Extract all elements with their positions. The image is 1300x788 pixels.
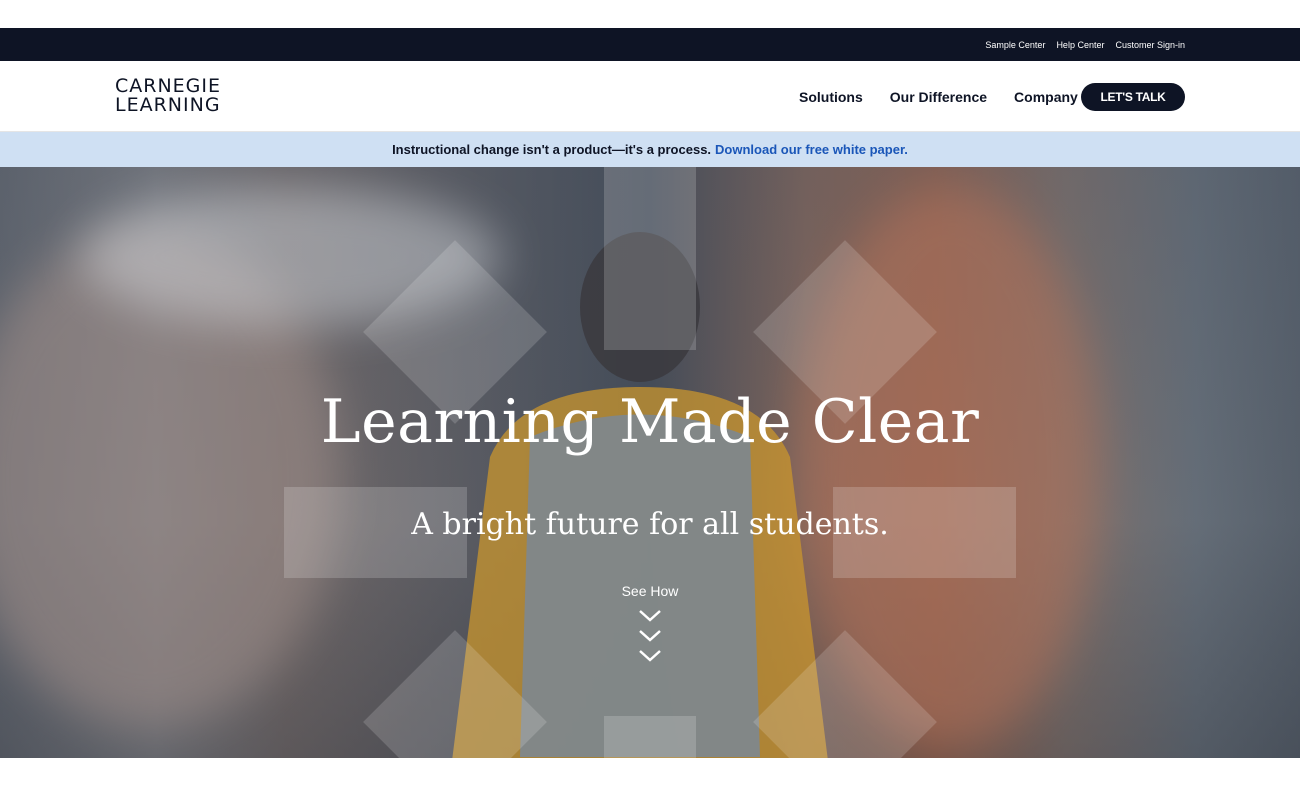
hero-title: Learning Made Clear bbox=[320, 387, 980, 457]
customer-sign-in-link[interactable]: Customer Sign-in bbox=[1115, 40, 1185, 50]
nav-solutions[interactable]: Solutions bbox=[799, 89, 863, 105]
main-nav: CARNEGIE LEARNING Solutions Our Differen… bbox=[0, 61, 1300, 132]
logo-line-2: LEARNING bbox=[115, 94, 221, 116]
carnegie-learning-logo[interactable]: CARNEGIE LEARNING bbox=[115, 77, 235, 117]
announcement-banner: Instructional change isn't a product—it'… bbox=[0, 132, 1300, 167]
utility-bar: Sample Center Help Center Customer Sign-… bbox=[0, 28, 1300, 61]
chevron-down-icon[interactable] bbox=[638, 607, 662, 669]
hero-subtitle: A bright future for all students. bbox=[411, 507, 889, 542]
page: Sample Center Help Center Customer Sign-… bbox=[0, 0, 1300, 788]
white-paper-link[interactable]: Download our free white paper. bbox=[715, 142, 908, 157]
help-center-link[interactable]: Help Center bbox=[1056, 40, 1104, 50]
utility-links: Sample Center Help Center Customer Sign-… bbox=[985, 28, 1185, 61]
lets-talk-button[interactable]: LET'S TALK bbox=[1081, 83, 1185, 111]
nav-our-difference[interactable]: Our Difference bbox=[890, 89, 987, 105]
overlay-bar-top bbox=[604, 167, 696, 350]
primary-nav: Solutions Our Difference Company bbox=[799, 61, 1105, 132]
see-how-link[interactable]: See How bbox=[0, 583, 1300, 599]
overlay-bar-bottom bbox=[604, 716, 696, 758]
announcement-text: Instructional change isn't a product—it'… bbox=[392, 142, 712, 157]
sample-center-link[interactable]: Sample Center bbox=[985, 40, 1045, 50]
nav-company[interactable]: Company bbox=[1014, 89, 1078, 105]
hero: Learning Made Clear A bright future for … bbox=[0, 167, 1300, 758]
